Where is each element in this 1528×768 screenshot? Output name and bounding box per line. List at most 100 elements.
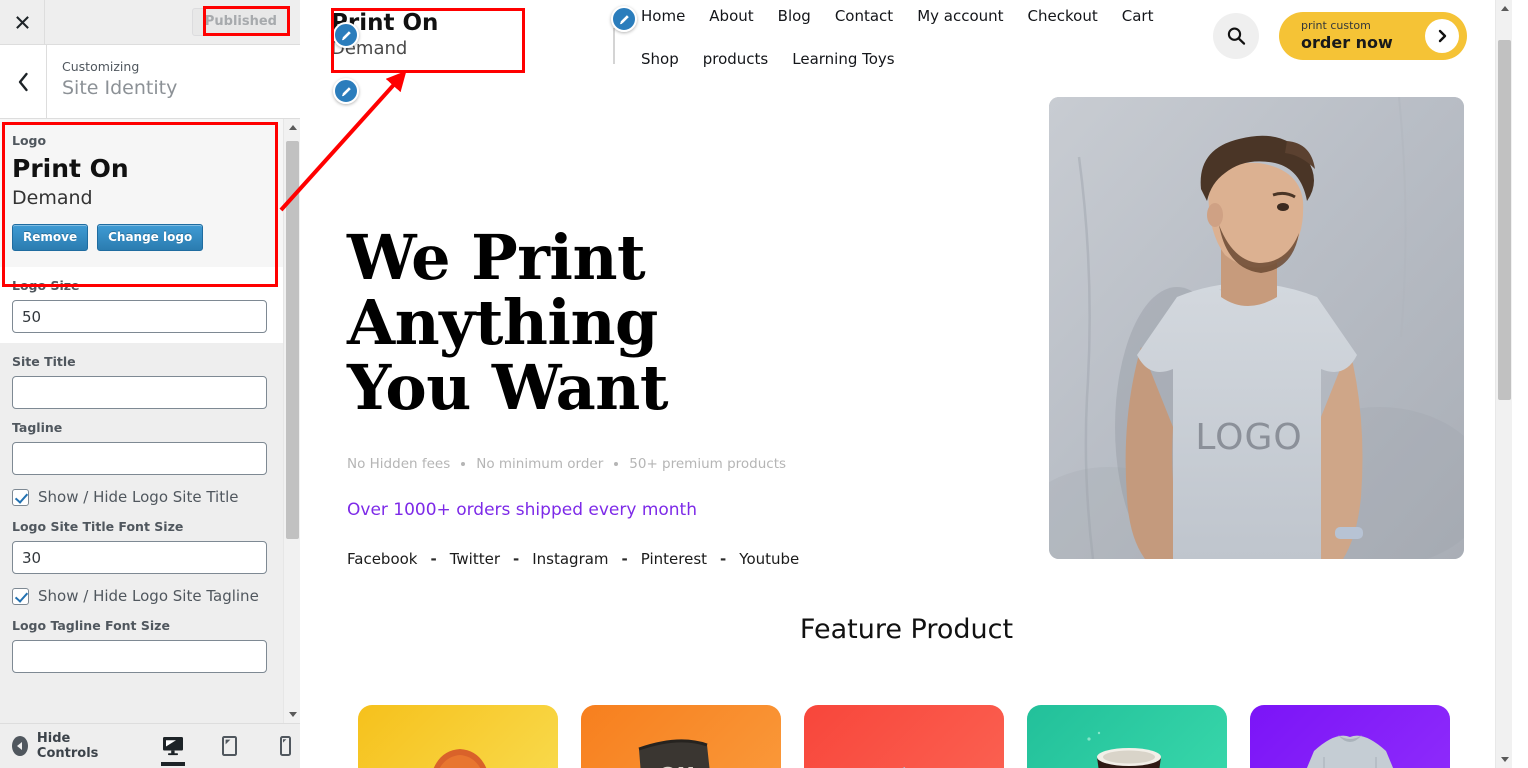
tablet-glyph <box>221 736 237 756</box>
preview-scrollbar[interactable] <box>1495 0 1512 768</box>
svg-text:LOGO: LOGO <box>1195 417 1302 458</box>
nav-item-products[interactable]: products <box>703 50 769 68</box>
product-card-bag[interactable] <box>804 705 1004 768</box>
cta-subtitle: print custom <box>1301 18 1371 32</box>
edit-shortcut-menu-icon[interactable] <box>611 6 637 32</box>
social-link-facebook[interactable]: Facebook <box>347 550 417 568</box>
chevron-left-glyph <box>18 72 28 91</box>
customizer-panel-header: Customizing Site Identity <box>0 45 300 119</box>
remove-logo-button[interactable]: Remove <box>12 224 89 252</box>
logo-preview-tagline: Demand <box>12 186 93 209</box>
scroll-down-arrow-icon[interactable] <box>284 706 301 723</box>
pencil-glyph <box>619 14 629 24</box>
close-icon[interactable] <box>0 0 45 44</box>
primary-navigation: Home About Blog Contact My account Check… <box>613 2 1201 72</box>
social-separator: - <box>430 550 437 569</box>
search-icon[interactable] <box>1213 13 1259 59</box>
cta-title: order now <box>1301 33 1393 53</box>
product-image-sweatshirt <box>1306 735 1394 768</box>
device-preview-buttons <box>158 724 300 768</box>
customizer-topbar-right: Published <box>45 0 300 44</box>
previewed-website: Print On Demand Home About Blog Contact … <box>301 0 1512 768</box>
chevron-right-icon <box>1425 19 1459 53</box>
logo-tagline-font-size-control: Logo Tagline Font Size <box>0 607 283 674</box>
chevron-left-icon[interactable] <box>0 45 47 118</box>
site-header: Print On Demand Home About Blog Contact … <box>301 0 1512 80</box>
logo-size-control: Logo Size <box>0 267 283 344</box>
hide-controls-label: Hide Controls <box>36 731 99 761</box>
tagline-control: Tagline <box>0 409 283 476</box>
nav-item-learning-toys[interactable]: Learning Toys <box>792 50 894 68</box>
hero-image: LOGO <box>1049 97 1464 559</box>
logo-site-title-font-size-input[interactable] <box>12 541 267 575</box>
edit-shortcut-tagline-icon[interactable] <box>333 78 359 104</box>
hero-section: We Print Anything You Want No Hidden fee… <box>301 80 1512 610</box>
hide-controls-button[interactable]: Hide Controls <box>0 731 116 761</box>
desktop-preview-icon[interactable] <box>158 724 188 768</box>
preview-scroll-down-arrow-icon[interactable] <box>1496 751 1513 768</box>
nav-edit-shortcut-line <box>613 28 615 64</box>
show-hide-logo-site-tagline-row[interactable]: Show / Hide Logo Site Tagline <box>0 574 283 607</box>
nav-item-about[interactable]: About <box>709 7 753 25</box>
nav-item-blog[interactable]: Blog <box>778 7 811 25</box>
order-now-button[interactable]: print custom order now <box>1279 12 1467 60</box>
tagline-label: Tagline <box>12 420 63 436</box>
product-card-pillow[interactable]: ou <box>581 705 781 768</box>
page-title: Site Identity <box>62 77 178 100</box>
show-hide-logo-site-title-row[interactable]: Show / Hide Logo Site Title <box>0 475 283 508</box>
logo-size-input[interactable] <box>12 300 267 334</box>
site-title-control: Site Title <box>0 343 283 410</box>
nav-item-checkout[interactable]: Checkout <box>1028 7 1098 25</box>
publish-button[interactable]: Published <box>191 8 290 36</box>
product-card-cap[interactable] <box>358 705 558 768</box>
preview-scrollbar-thumb[interactable] <box>1498 40 1511 400</box>
sidebar-scrollbar-thumb[interactable] <box>286 141 299 539</box>
social-separator: - <box>720 550 727 569</box>
nav-item-contact[interactable]: Contact <box>835 7 893 25</box>
nav-item-shop[interactable]: Shop <box>641 50 679 68</box>
bullet-dot-icon <box>461 462 466 467</box>
site-title-input[interactable] <box>12 376 267 410</box>
nav-item-my-account[interactable]: My account <box>917 7 1003 25</box>
logo-preview-title: Print On <box>12 154 129 183</box>
customizer-screen: Published Customizing Site Identity Logo… <box>0 0 1528 768</box>
edit-shortcut-logo-icon[interactable] <box>333 22 359 48</box>
nav-item-cart[interactable]: Cart <box>1122 7 1154 25</box>
change-logo-button[interactable]: Change logo <box>97 224 204 252</box>
hero-bullet-2: No minimum order <box>476 456 604 473</box>
collapse-arrow-icon <box>12 736 28 756</box>
social-separator: - <box>621 550 628 569</box>
logo-label: Logo <box>12 133 47 148</box>
hero-heading-line2: You Want <box>347 351 669 425</box>
hero-bullet-1: No Hidden fees <box>347 456 451 473</box>
site-preview: Print On Demand Home About Blog Contact … <box>301 0 1528 768</box>
hero-bullet-list: No Hidden fees No minimum order 50+ prem… <box>347 456 967 472</box>
scroll-up-arrow-icon[interactable] <box>284 119 301 136</box>
social-link-twitter[interactable]: Twitter <box>450 550 500 568</box>
customizer-sidebar: Published Customizing Site Identity Logo… <box>0 0 300 768</box>
header-actions: print custom order now <box>1213 12 1467 60</box>
tablet-preview-icon[interactable] <box>214 724 244 768</box>
nav-item-home[interactable]: Home <box>641 7 685 25</box>
tagline-input[interactable] <box>12 442 267 476</box>
show-hide-logo-site-title-label: Show / Hide Logo Site Title <box>38 488 239 507</box>
social-link-pinterest[interactable]: Pinterest <box>641 550 707 568</box>
preview-scroll-up-arrow-icon[interactable] <box>1496 0 1513 17</box>
social-link-instagram[interactable]: Instagram <box>532 550 608 568</box>
feature-product-title: Feature Product <box>799 614 1014 645</box>
social-link-youtube[interactable]: Youtube <box>739 550 799 568</box>
show-hide-logo-site-title-checkbox[interactable] <box>12 488 29 506</box>
customizer-footer: Hide Controls <box>0 723 300 768</box>
product-card-mug[interactable] <box>1027 705 1227 768</box>
product-image-mug <box>1087 731 1161 768</box>
hero-text-block: We Print Anything You Want No Hidden fee… <box>347 225 967 568</box>
product-card-sweatshirt[interactable] <box>1250 705 1450 768</box>
hero-subtext: Over 1000+ orders shipped every month <box>347 500 697 521</box>
show-hide-logo-site-tagline-checkbox[interactable] <box>12 587 29 605</box>
mobile-preview-icon[interactable] <box>270 724 300 768</box>
logo-size-label: Logo Size <box>12 278 80 294</box>
logo-tagline-font-size-input[interactable] <box>12 640 267 674</box>
sidebar-scrollbar[interactable] <box>283 119 300 723</box>
show-hide-logo-site-tagline-label: Show / Hide Logo Site Tagline <box>38 587 259 606</box>
feature-product-list: ou <box>301 645 1512 768</box>
